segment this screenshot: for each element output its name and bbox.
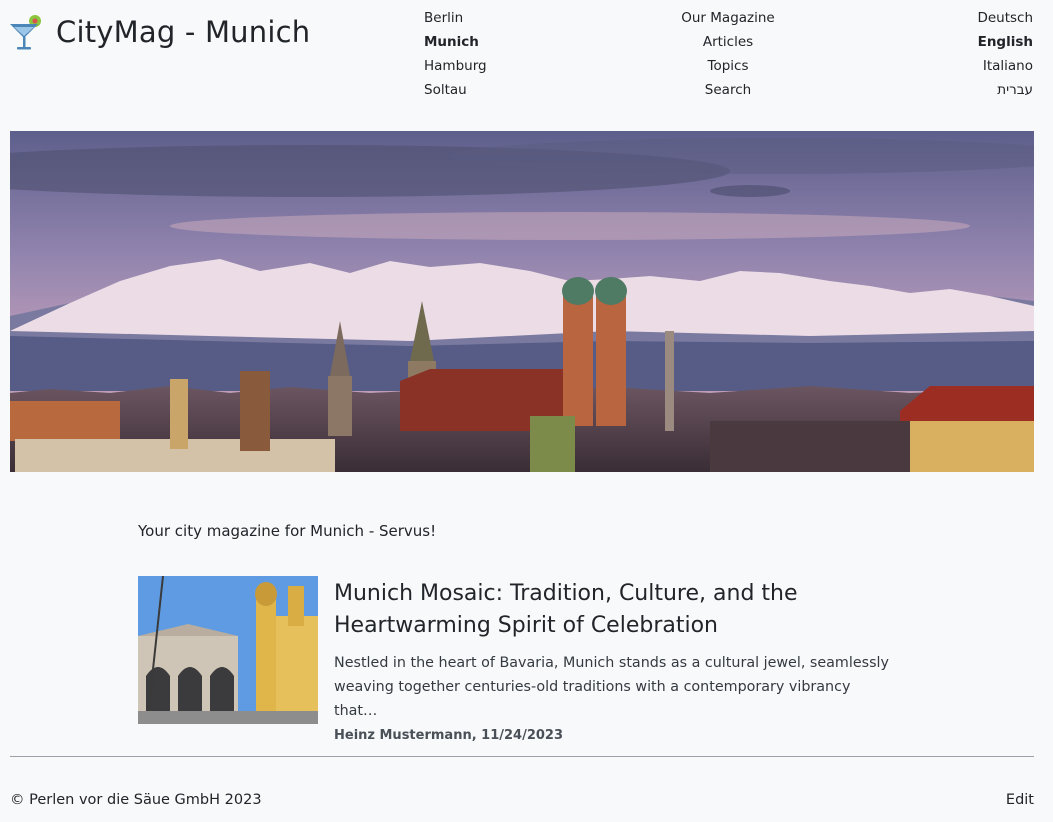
nav-city-berlin[interactable]: Berlin (424, 6, 487, 30)
article-meta: Heinz Mustermann, 11/24/2023 (334, 728, 564, 743)
magazine-nav: Our Magazine Articles Topics Search (652, 6, 804, 102)
lang-deutsch[interactable]: Deutsch (977, 6, 1033, 30)
copyright: © Perlen vor die Säue GmbH 2023 (10, 792, 262, 808)
city-nav: Berlin Munich Hamburg Soltau (424, 6, 487, 102)
nav-city-hamburg[interactable]: Hamburg (424, 54, 487, 78)
nav-search[interactable]: Search (652, 78, 804, 102)
nav-city-soltau[interactable]: Soltau (424, 78, 487, 102)
footer-divider (10, 756, 1034, 757)
lang-hebrew[interactable]: עברית (977, 78, 1033, 102)
lang-english[interactable]: English (977, 30, 1033, 54)
lang-italiano[interactable]: Italiano (977, 54, 1033, 78)
article-excerpt: Nestled in the heart of Bavaria, Munich … (334, 655, 889, 719)
article-title[interactable]: Munich Mosaic: Tradition, Culture, and t… (334, 578, 894, 642)
hero-image (10, 131, 1034, 472)
nav-topics[interactable]: Topics (652, 54, 804, 78)
site-title: CityMag - Munich (56, 15, 311, 49)
brand[interactable]: CityMag - Munich (8, 12, 310, 52)
nav-articles[interactable]: Articles (652, 30, 804, 54)
nav-city-munich[interactable]: Munich (424, 30, 487, 54)
tagline: Your city magazine for Munich - Servus! (138, 522, 437, 540)
cocktail-glass-icon (10, 15, 41, 50)
edit-link[interactable]: Edit (1006, 792, 1034, 808)
language-nav: Deutsch English Italiano עברית (977, 6, 1033, 102)
article-thumbnail[interactable] (138, 576, 318, 724)
article-card[interactable]: Munich Mosaic: Tradition, Culture, and t… (138, 576, 898, 743)
article-body: Munich Mosaic: Tradition, Culture, and t… (334, 578, 894, 743)
nav-our-magazine[interactable]: Our Magazine (652, 6, 804, 30)
